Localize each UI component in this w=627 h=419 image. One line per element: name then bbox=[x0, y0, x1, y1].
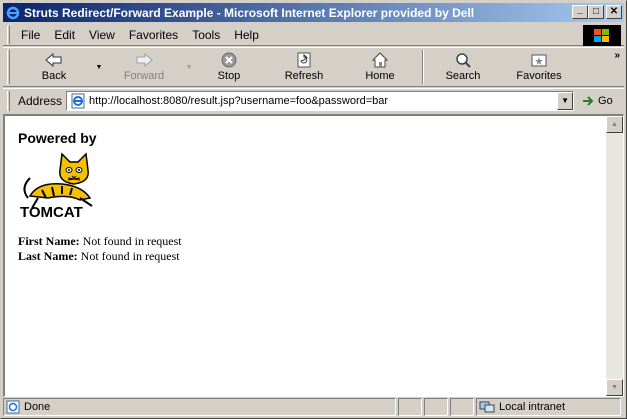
go-label: Go bbox=[598, 94, 613, 107]
favorites-button[interactable]: Favorites bbox=[496, 48, 582, 86]
stop-icon bbox=[219, 51, 239, 69]
status-text-cell: Done bbox=[3, 398, 396, 416]
menu-grip[interactable] bbox=[7, 25, 10, 44]
browser-window: Struts Redirect/Forward Example - Micros… bbox=[0, 0, 627, 419]
search-icon bbox=[453, 51, 473, 69]
page-icon bbox=[70, 93, 86, 109]
favorites-icon bbox=[529, 51, 549, 69]
tomcat-logo-text: TOMCAT bbox=[20, 204, 83, 218]
back-button[interactable]: Back bbox=[14, 48, 94, 86]
search-label: Search bbox=[445, 70, 481, 82]
first-name-value: Not found in request bbox=[82, 234, 182, 248]
home-icon bbox=[370, 51, 390, 69]
address-label: Address bbox=[18, 93, 63, 108]
vertical-scrollbar[interactable]: ▲ ▼ bbox=[606, 116, 623, 396]
menu-favorites[interactable]: Favorites bbox=[122, 28, 185, 42]
go-button[interactable]: Go bbox=[582, 95, 613, 107]
result-fields: First Name: Not found in request Last Na… bbox=[18, 234, 604, 264]
menu-tools[interactable]: Tools bbox=[185, 28, 227, 42]
intranet-zone-icon bbox=[479, 400, 495, 414]
first-name-row: First Name: Not found in request bbox=[18, 234, 604, 249]
maximize-button[interactable]: □ bbox=[588, 5, 604, 19]
refresh-label: Refresh bbox=[284, 70, 324, 82]
page-content: Powered by TOMCAT First Name: Not found … bbox=[5, 116, 604, 396]
tomcat-cat-icon: TOMCAT bbox=[20, 152, 93, 221]
address-dropdown-icon[interactable]: ▼ bbox=[557, 91, 574, 110]
status-cell-2 bbox=[398, 398, 422, 416]
forward-label: Forward bbox=[123, 70, 165, 82]
menu-view[interactable]: View bbox=[82, 28, 122, 42]
back-arrow-icon bbox=[44, 51, 64, 69]
address-input[interactable] bbox=[89, 94, 550, 107]
window-title: Struts Redirect/Forward Example - Micros… bbox=[24, 5, 475, 20]
toolbar-more-icon[interactable]: » bbox=[614, 50, 620, 61]
menu-bar: File Edit View Favorites Tools Help bbox=[3, 24, 624, 46]
back-label: Back bbox=[41, 70, 67, 82]
powered-by-label: Powered by bbox=[18, 130, 97, 146]
forward-button[interactable]: Forward bbox=[104, 48, 184, 86]
address-bar: Address ▼ Go bbox=[3, 88, 624, 112]
status-cell-4 bbox=[450, 398, 474, 416]
scroll-up-icon[interactable]: ▲ bbox=[606, 116, 623, 133]
address-field[interactable]: ▼ bbox=[66, 90, 575, 111]
toolbar-grip[interactable] bbox=[7, 50, 10, 84]
minimize-button[interactable]: _ bbox=[572, 5, 588, 19]
menu-edit[interactable]: Edit bbox=[47, 28, 82, 42]
refresh-button[interactable]: Refresh bbox=[264, 48, 344, 86]
tomcat-logo[interactable]: TOMCAT bbox=[18, 148, 98, 221]
windows-logo-icon bbox=[583, 25, 621, 46]
minimize-icon: _ bbox=[577, 4, 583, 15]
zone-text: Local intranet bbox=[499, 401, 566, 413]
title-bar[interactable]: Struts Redirect/Forward Example - Micros… bbox=[3, 3, 624, 22]
stop-label: Stop bbox=[217, 70, 241, 82]
status-text: Done bbox=[24, 401, 51, 413]
go-arrow-icon bbox=[582, 95, 596, 107]
status-cell-3 bbox=[424, 398, 448, 416]
home-button[interactable]: Home bbox=[344, 48, 416, 86]
last-name-value: Not found in request bbox=[80, 249, 180, 263]
first-name-label: First Name: bbox=[18, 234, 80, 248]
menu-file[interactable]: File bbox=[14, 28, 47, 42]
forward-arrow-icon bbox=[134, 51, 154, 69]
page-done-icon bbox=[6, 400, 20, 414]
close-button[interactable]: ✕ bbox=[606, 5, 622, 19]
address-grip[interactable] bbox=[7, 90, 10, 111]
last-name-label: Last Name: bbox=[18, 249, 78, 263]
back-dropdown-icon[interactable]: ▼ bbox=[94, 48, 104, 86]
standard-toolbar: Back ▼ Forward ▼ Stop Refresh Home Searc… bbox=[3, 47, 624, 87]
ie-icon bbox=[5, 5, 21, 21]
search-button[interactable]: Search bbox=[430, 48, 496, 86]
scroll-down-icon[interactable]: ▼ bbox=[606, 379, 623, 396]
status-bar: Done Local intranet bbox=[3, 397, 624, 417]
toolbar-separator bbox=[422, 50, 424, 84]
close-icon: ✕ bbox=[609, 6, 619, 17]
window-controls: _ □ ✕ bbox=[572, 5, 622, 19]
content-frame: Powered by TOMCAT First Name: Not found … bbox=[3, 114, 624, 397]
forward-dropdown-icon[interactable]: ▼ bbox=[184, 48, 194, 86]
last-name-row: Last Name: Not found in request bbox=[18, 249, 604, 264]
home-label: Home bbox=[365, 70, 395, 82]
maximize-icon: □ bbox=[592, 6, 600, 17]
stop-button[interactable]: Stop bbox=[194, 48, 264, 86]
status-zone-cell: Local intranet bbox=[476, 398, 621, 416]
menu-help[interactable]: Help bbox=[227, 28, 266, 42]
refresh-icon bbox=[294, 51, 314, 69]
favorites-label: Favorites bbox=[516, 70, 562, 82]
